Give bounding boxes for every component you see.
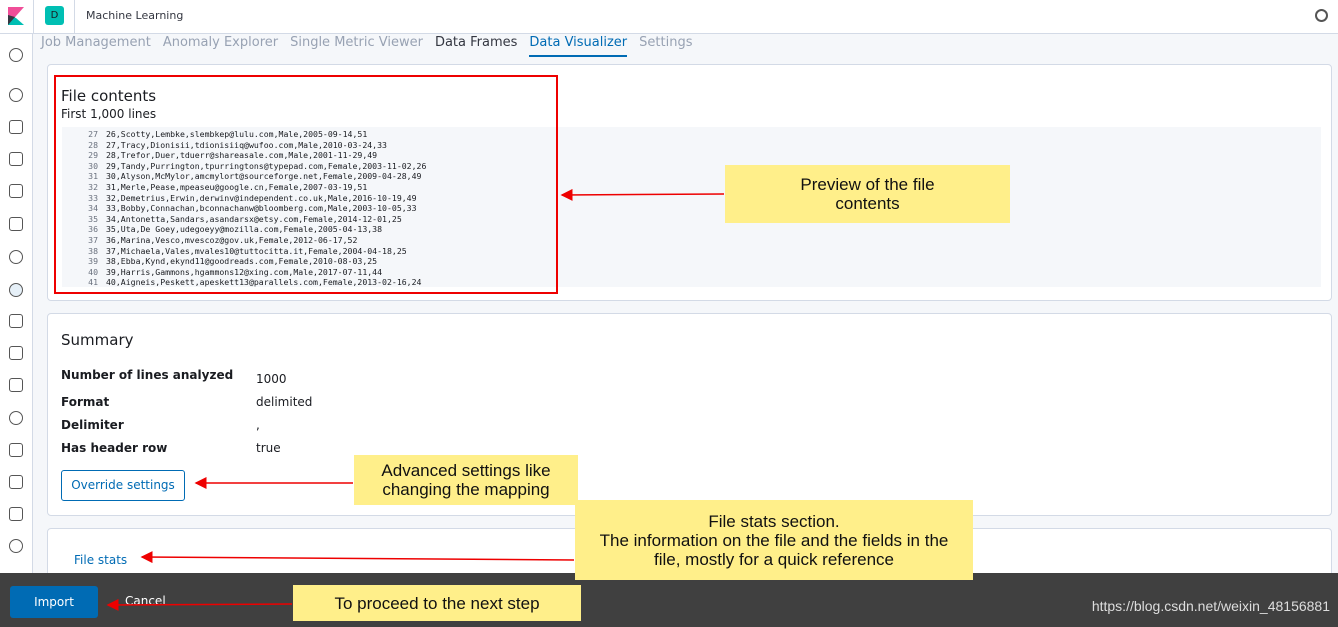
arrow [560,188,725,201]
arrow [106,598,293,611]
arrow [140,551,575,564]
annotation-arrows [106,188,725,611]
